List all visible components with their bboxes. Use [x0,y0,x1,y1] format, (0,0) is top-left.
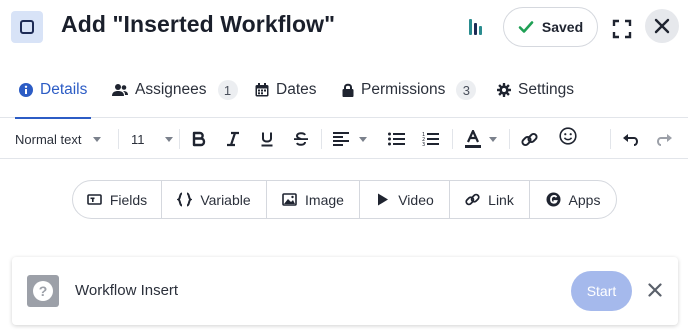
bold-button[interactable] [191,119,207,159]
brand-logo-icon [469,19,482,35]
redo-icon [657,134,672,146]
check-icon [518,21,534,33]
braces-icon [177,192,193,207]
editor-toolbar: Normal text 11 1 2 3 [0,119,688,159]
font-size-select[interactable]: 11 [131,119,173,159]
italic-button[interactable] [225,119,241,159]
tab-label: Permissions [361,81,446,98]
divider [509,129,510,149]
saved-label: Saved [541,19,584,35]
divider [321,129,322,149]
tab-bar: Details Assignees 1 Dates Permissions 3 … [0,62,688,119]
tab-label: Dates [276,81,317,98]
workflow-insert-card: ? Workflow Insert Start [12,257,678,325]
link-icon [465,193,480,206]
question-icon: ? [27,275,59,307]
tab-label: Assignees [135,81,207,98]
underline-icon [261,132,273,147]
insert-widget-bar: Fields Variable Image Video Link Apps [72,180,617,219]
saved-button[interactable]: Saved [503,7,598,47]
undo-icon [623,134,638,146]
divider [452,129,453,149]
workflow-insert-label: Workflow Insert [75,282,179,299]
insert-link-button[interactable] [521,119,538,159]
insert-link-pill[interactable]: Link [450,181,530,218]
chevron-down-icon [359,136,367,142]
insert-variable-button[interactable]: Variable [162,181,267,218]
italic-icon [227,131,239,147]
users-icon [112,84,128,96]
emoji-icon [559,127,577,145]
text-style-select[interactable]: Normal text [15,119,102,159]
chevron-down-icon [489,136,497,142]
lock-icon [342,83,354,97]
underline-button[interactable] [259,119,275,159]
pill-label: Apps [568,191,601,208]
font-size-value: 11 [131,131,145,147]
chevron-down-icon [164,136,173,142]
start-button[interactable]: Start [571,271,632,311]
apps-icon [546,192,561,207]
tab-label: Details [40,81,88,98]
image-icon [282,193,297,206]
expand-icon[interactable] [612,19,632,39]
tab-assignees[interactable]: Assignees 1 [112,62,238,118]
tab-label: Settings [518,81,575,98]
pill-label: Image [305,191,344,208]
text-color-select[interactable] [465,119,497,159]
strikethrough-button[interactable] [293,119,309,159]
fields-icon [87,194,102,205]
link-icon [521,132,538,146]
gear-icon [497,83,511,97]
info-icon [19,83,33,97]
page-title: Add "Inserted Workflow" [61,11,336,37]
pill-label: Fields [109,191,148,208]
calendar-icon [255,83,269,97]
svg-text:3: 3 [422,142,425,146]
close-button[interactable] [645,9,679,43]
header: Add "Inserted Workflow" Saved [0,0,688,56]
align-left-icon [333,132,349,146]
insert-video-button[interactable]: Video [360,181,450,218]
tab-settings[interactable]: Settings [497,62,574,118]
divider [179,129,180,149]
strikethrough-icon [294,132,308,146]
divider [118,129,119,149]
pill-label: Variable [200,191,251,208]
undo-button[interactable] [623,119,639,159]
close-icon [654,18,670,34]
insert-fields-button[interactable]: Fields [73,181,162,218]
bullet-list-button[interactable] [388,119,405,159]
numbered-list-button[interactable]: 1 2 3 [422,119,439,159]
divider [610,129,611,149]
pill-label: Video [398,191,434,208]
close-icon[interactable] [648,283,662,297]
count-badge: 1 [217,80,238,100]
tab-permissions[interactable]: Permissions 3 [342,62,477,118]
bold-icon [192,131,206,147]
bullet-list-icon [388,132,405,146]
numbered-list-icon: 1 2 3 [422,132,439,146]
redo-button[interactable] [656,119,672,159]
chevron-down-icon [93,136,102,142]
tab-details[interactable]: Details [14,62,92,119]
pill-label: Link [488,191,514,208]
tab-dates[interactable]: Dates [255,62,317,118]
insert-image-button[interactable]: Image [267,181,360,218]
insert-apps-button[interactable]: Apps [530,181,616,218]
emoji-button[interactable] [559,119,577,159]
count-badge: 3 [456,80,477,100]
text-style-value: Normal text [15,131,82,147]
play-icon [378,193,389,206]
align-select[interactable] [333,119,367,159]
task-checkbox[interactable] [11,11,43,43]
text-color-icon [465,130,481,148]
